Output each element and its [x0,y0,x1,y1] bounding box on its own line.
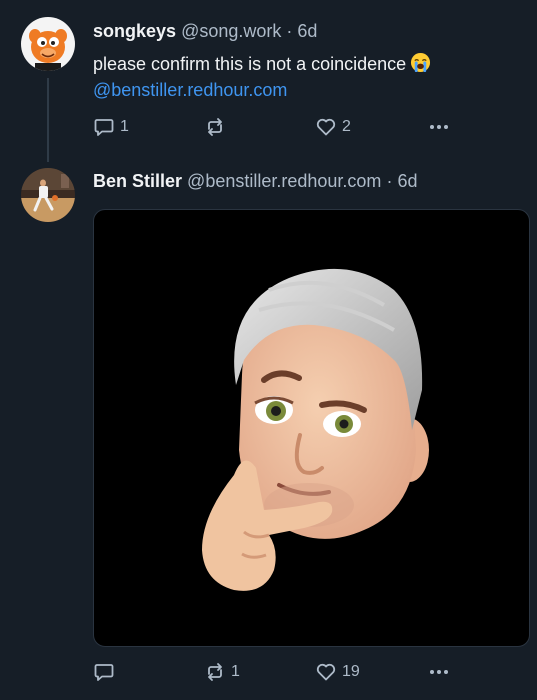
reply-count: 1 [120,118,129,135]
loudly-crying-face-icon [411,52,431,73]
post1-actions: 1 2 [93,115,473,139]
more-dots-icon [430,125,448,129]
heart-icon [316,663,336,681]
repost-icon [208,118,222,136]
separator: · [286,21,293,41]
author-name[interactable]: Ben Stiller [93,171,182,191]
like-button[interactable]: 19 [315,660,360,684]
author-handle[interactable]: @benstiller.redhour.com [187,171,381,191]
post-time[interactable]: 6d [397,171,417,191]
thread-connector-line [47,78,49,162]
like-count: 19 [342,663,360,680]
orange-character-avatar-icon [21,17,75,71]
avatar-ben-stiller[interactable] [21,168,75,222]
repost-button[interactable]: 1 [204,660,240,684]
post-songkeys: songkeys @song.work · 6d please confirm … [0,0,537,160]
reply-icon [94,664,114,681]
repost-icon [208,663,222,681]
avatar-songkeys[interactable] [21,17,75,71]
like-count: 2 [342,118,351,135]
post-text: please confirm this is not a coincidence [93,54,407,74]
author-handle[interactable]: @song.work [181,21,281,41]
reply-button[interactable]: 1 [93,115,129,139]
mention-link[interactable]: @benstiller.redhour.com [93,80,287,100]
like-button[interactable]: 2 [315,115,351,139]
repost-count: 1 [231,663,240,680]
author-name[interactable]: songkeys [93,21,176,41]
repost-button[interactable] [204,115,231,139]
reply-button[interactable] [93,660,120,684]
reply-icon [94,119,114,136]
separator: · [386,171,393,191]
post-time[interactable]: 6d [297,21,317,41]
post1-text: please confirm this is not a coincidence… [93,51,523,103]
more-dots-icon [430,670,448,674]
post-image[interactable] [93,209,530,647]
post2-actions: 1 19 [93,660,473,684]
heart-icon [316,118,336,136]
post1-header: songkeys @song.work · 6d [93,21,317,42]
more-options-button[interactable] [427,660,451,684]
basketball-player-avatar-icon [21,168,75,222]
memoji-thinking-face-image [202,268,429,591]
post2-header: Ben Stiller @benstiller.redhour.com · 6d [93,171,417,192]
more-options-button[interactable] [427,115,451,139]
